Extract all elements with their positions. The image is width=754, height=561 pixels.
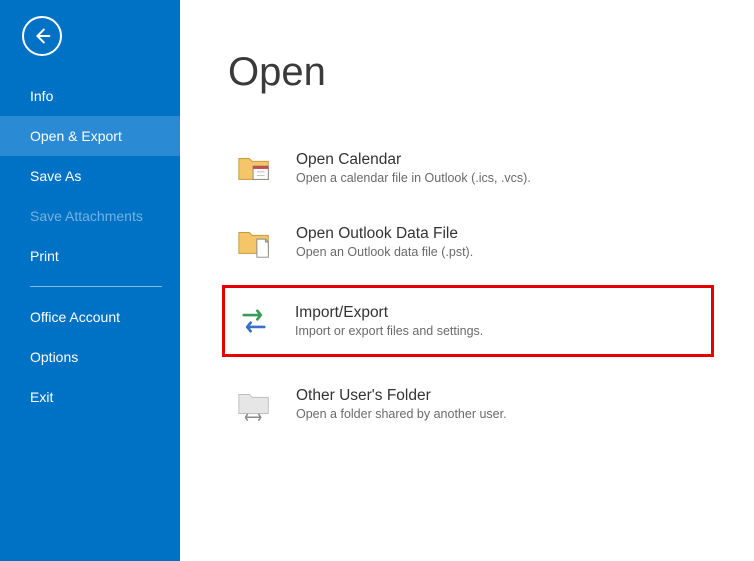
shared-folder-icon [236,385,274,423]
option-title: Import/Export [295,304,483,322]
arrow-left-icon [31,25,53,47]
option-title: Other User's Folder [296,387,507,405]
sidebar-item-options[interactable]: Options [0,337,180,377]
option-open-calendar[interactable]: Open Calendar Open a calendar file in Ou… [228,137,724,199]
data-file-folder-icon [236,223,274,261]
sidebar-item-office-account[interactable]: Office Account [0,297,180,337]
sidebar-item-print[interactable]: Print [0,236,180,276]
calendar-folder-icon [236,149,274,187]
sidebar: Info Open & Export Save As Save Attachme… [0,0,180,561]
sidebar-item-save-as[interactable]: Save As [0,156,180,196]
back-button[interactable] [22,16,62,56]
option-open-data-file[interactable]: Open Outlook Data File Open an Outlook d… [228,211,724,273]
option-import-export[interactable]: Import/Export Import or export files and… [222,285,714,357]
sidebar-item-save-attachments: Save Attachments [0,196,180,236]
option-desc: Import or export files and settings. [295,324,483,338]
option-other-users-folder[interactable]: Other User's Folder Open a folder shared… [228,373,724,435]
option-desc: Open a folder shared by another user. [296,407,507,421]
sidebar-divider [30,286,162,287]
option-desc: Open an Outlook data file (.pst). [296,245,473,259]
main-content: Open Open Calendar Open a calendar file … [180,0,754,561]
sidebar-item-exit[interactable]: Exit [0,377,180,417]
import-export-icon [235,302,273,340]
sidebar-item-info[interactable]: Info [0,76,180,116]
page-title: Open [228,50,724,95]
option-title: Open Calendar [296,151,531,169]
option-title: Open Outlook Data File [296,225,473,243]
option-desc: Open a calendar file in Outlook (.ics, .… [296,171,531,185]
sidebar-item-open-export[interactable]: Open & Export [0,116,180,156]
